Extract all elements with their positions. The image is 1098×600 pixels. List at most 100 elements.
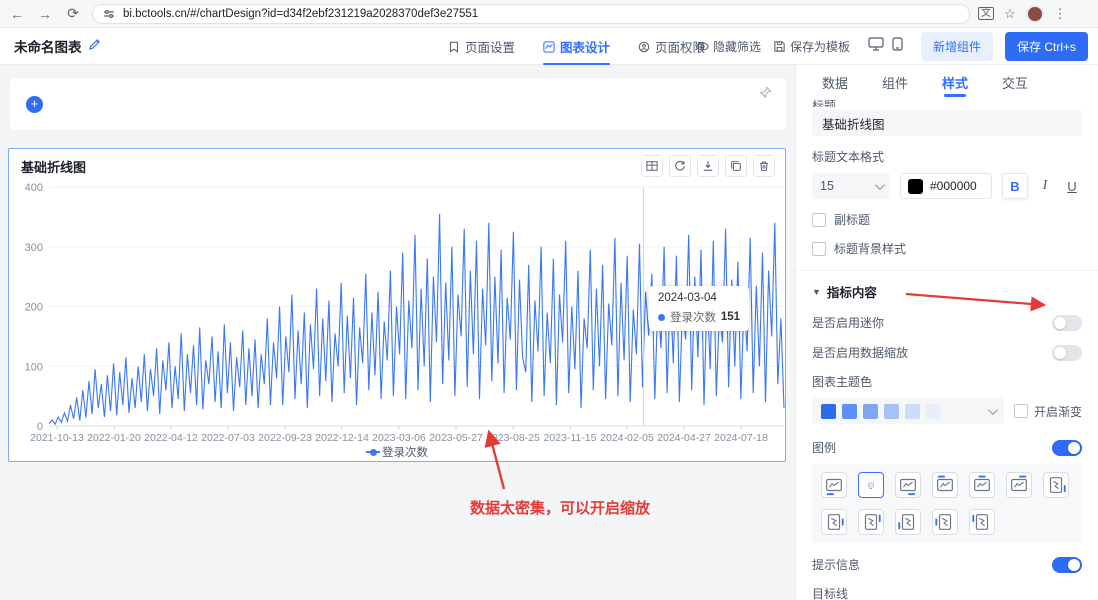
theme-color-swatch — [884, 403, 899, 419]
mobile-preview-icon[interactable] — [892, 37, 903, 56]
caret-down-icon: ▼ — [812, 286, 821, 297]
forward-icon[interactable]: → — [34, 3, 56, 25]
pin-icon[interactable] — [759, 86, 772, 104]
data-zoom-toggle[interactable] — [1052, 344, 1082, 361]
svg-text:100: 100 — [25, 361, 43, 373]
title-input[interactable]: 基础折线图 — [812, 110, 1082, 136]
data-table-icon[interactable] — [641, 155, 663, 177]
tooltip-toggle-label: 提示信息 — [812, 558, 861, 572]
theme-color-swatch — [926, 403, 941, 419]
browser-avatar[interactable] — [1025, 4, 1044, 23]
subtitle-checkbox[interactable] — [812, 212, 826, 227]
title-bg-checkbox[interactable] — [812, 241, 826, 256]
legend-position-option-h-tl[interactable] — [932, 472, 958, 498]
browser-menu-icon[interactable]: ⋮ — [1054, 6, 1067, 22]
theme-color-label: 图表主题色 — [812, 375, 873, 389]
legend-toggle[interactable] — [1052, 439, 1082, 456]
save-button[interactable]: 保存 Ctrl+s — [1004, 32, 1088, 61]
legend-position-grid — [812, 464, 1082, 543]
tab-chart-design[interactable]: 图表设计 — [543, 28, 611, 65]
title-field-label: 标题 — [812, 99, 837, 107]
app-toolbar: 未命名图表 页面设置 图表设计 页面权限 隐藏筛选 保存为模板 新增组件 保存 … — [0, 28, 1098, 65]
legend-position-option-v-lm[interactable] — [932, 509, 958, 535]
svg-text:2024-02-05: 2024-02-05 — [600, 432, 654, 444]
gradient-checkbox[interactable] — [1013, 404, 1028, 418]
chart-tooltip: 2024-03-04 登录次数 151 — [649, 286, 749, 331]
panel-tab-data[interactable]: 数据 — [822, 65, 848, 99]
svg-text:2022-09-23: 2022-09-23 — [258, 432, 312, 444]
copy-icon[interactable] — [725, 155, 747, 177]
legend-position-option-v-rt[interactable] — [858, 509, 884, 535]
color-swatch — [908, 178, 923, 194]
add-filter-button[interactable]: + — [26, 96, 43, 113]
tooltip-toggle[interactable] — [1052, 556, 1082, 573]
save-as-template-button[interactable]: 保存为模板 — [773, 38, 850, 55]
legend-position-option-v-rm[interactable] — [821, 509, 847, 535]
svg-text:2023-11-15: 2023-11-15 — [544, 432, 597, 444]
url-text: bi.bctools.cn/#/chartDesign?id=d34f2ebf2… — [123, 7, 479, 20]
legend-position-option-v-lb[interactable] — [895, 509, 921, 535]
legend-toggle-label: 图例 — [812, 441, 837, 455]
legend-position-option-h-tr[interactable] — [1006, 472, 1032, 498]
chart-toolbar — [641, 155, 775, 177]
svg-text:2022-01-20: 2022-01-20 — [87, 432, 141, 444]
translate-icon[interactable]: 文 — [978, 7, 994, 20]
legend-position-option-v-lt[interactable] — [969, 509, 995, 535]
back-icon[interactable]: ← — [6, 3, 28, 25]
download-icon[interactable] — [697, 155, 719, 177]
tooltip-value: 151 — [720, 311, 740, 323]
panel-body: 标题 基础折线图 标题文本格式 15 #000000 B I U 副标题 标题背… — [796, 99, 1098, 600]
red-annotation-text: 数据太密集，可以开启缩放 — [470, 500, 651, 517]
text-style-group: B I U — [1002, 173, 1082, 199]
browser-chrome: ← → ⟳ bi.bctools.cn/#/chartDesign?id=d34… — [0, 0, 1098, 28]
data-zoom-toggle-label: 是否启用数据缩放 — [812, 346, 909, 360]
add-component-button[interactable]: 新增组件 — [920, 32, 993, 61]
bookmark-star-icon[interactable]: ☆ — [1004, 6, 1016, 22]
address-bar[interactable]: bi.bctools.cn/#/chartDesign?id=d34f2ebf2… — [92, 3, 970, 24]
divider — [796, 270, 1098, 271]
refresh-icon[interactable] — [669, 155, 691, 177]
underline-button[interactable]: U — [1062, 179, 1082, 194]
legend-position-option-h-br[interactable] — [895, 472, 921, 498]
chart-doc-title: 未命名图表 — [14, 40, 82, 55]
title-format-label: 标题文本格式 — [812, 150, 885, 164]
italic-button[interactable]: I — [1035, 178, 1055, 194]
svg-text:2022-12-14: 2022-12-14 — [315, 432, 369, 444]
line-chart-widget[interactable]: 0 100 200 300 400 2021-10-13 2022-01-20 2022-04… — [8, 148, 786, 462]
title-color-picker[interactable]: #000000 — [900, 173, 992, 199]
tooltip-date: 2024-03-04 — [658, 292, 717, 304]
bold-button[interactable]: B — [1002, 173, 1028, 199]
svg-text:2023-03-06: 2023-03-06 — [372, 432, 426, 444]
legend-position-option-v-rb[interactable] — [1043, 472, 1069, 498]
font-size-select[interactable]: 15 — [812, 173, 890, 199]
theme-color-select[interactable] — [812, 398, 1004, 424]
theme-color-swatch — [842, 403, 857, 419]
site-settings-icon[interactable] — [103, 8, 115, 20]
chart-title: 基础折线图 — [21, 160, 87, 175]
tab-page-settings[interactable]: 页面设置 — [448, 28, 515, 65]
svg-text:2023-08-25: 2023-08-25 — [486, 432, 540, 444]
edit-pencil-icon[interactable] — [88, 38, 101, 54]
panel-tab-component[interactable]: 组件 — [882, 65, 908, 99]
legend-position-option-h-bc[interactable] — [858, 472, 884, 498]
legend-position-option-h-bl[interactable] — [821, 472, 847, 498]
mini-toggle[interactable] — [1052, 314, 1082, 331]
gradient-checkbox-label: 开启渐变 — [1033, 404, 1082, 419]
metric-section-header[interactable]: ▼ 指标内容 — [812, 282, 1082, 301]
panel-tab-style[interactable]: 样式 — [942, 65, 968, 99]
tooltip-series-dot — [658, 313, 665, 321]
svg-text:2023-05-27: 2023-05-27 — [429, 432, 483, 444]
svg-text:2024-07-18: 2024-07-18 — [714, 432, 768, 444]
svg-text:200: 200 — [25, 302, 43, 314]
delete-icon[interactable] — [753, 155, 775, 177]
chart-legend[interactable]: 登录次数 — [9, 444, 785, 460]
hide-filter-button[interactable]: 隐藏筛选 — [696, 38, 761, 55]
desktop-preview-icon[interactable] — [868, 37, 884, 56]
theme-color-swatch — [821, 403, 836, 419]
legend-position-option-h-tc[interactable] — [969, 472, 995, 498]
reload-icon[interactable]: ⟳ — [62, 3, 84, 25]
panel-tab-interaction[interactable]: 交互 — [1002, 65, 1028, 99]
design-canvas: + 0 100 200 300 400 2021-10-13 2022-01-20 2022-… — [0, 65, 795, 600]
theme-color-swatch — [863, 403, 878, 419]
svg-text:2022-04-12: 2022-04-12 — [144, 432, 198, 444]
